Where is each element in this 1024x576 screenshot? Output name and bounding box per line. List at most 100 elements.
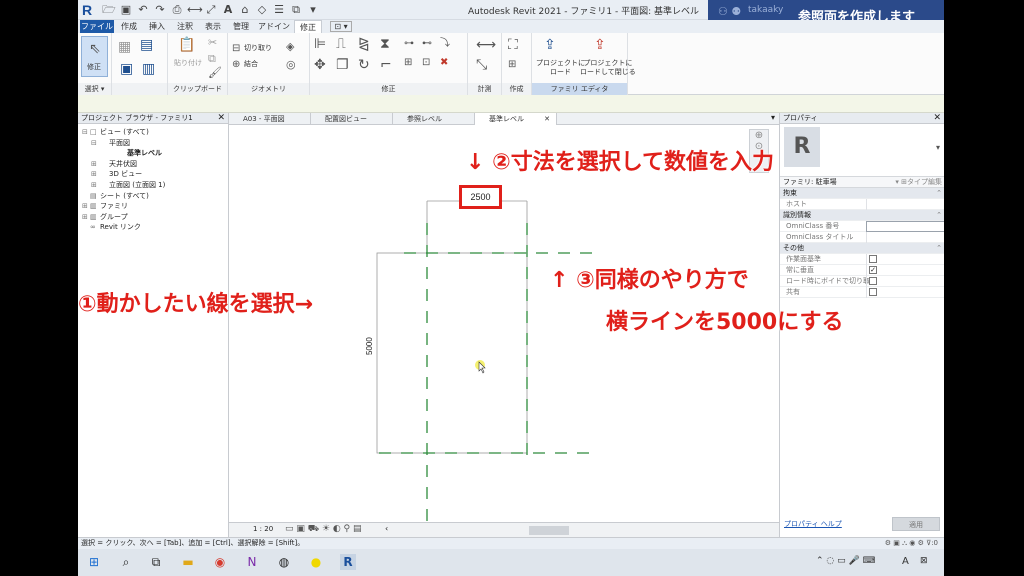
mirror-draw-icon[interactable]: ⧗: [380, 36, 390, 52]
redo-icon[interactable]: ↷: [153, 3, 167, 17]
tree-item[interactable]: ⊞ ▥ ファミリ: [82, 201, 228, 212]
tree-toggle-icon[interactable]: ⊞: [82, 201, 90, 212]
close-icon[interactable]: ✕: [933, 113, 941, 124]
collapse-icon[interactable]: ⌃: [936, 210, 942, 221]
tree-item[interactable]: ⊟ 平面図: [82, 138, 228, 149]
create-similar-icon[interactable]: ⛶: [508, 37, 518, 53]
scale-icon[interactable]: ⊡: [422, 55, 430, 71]
load-into-project-label[interactable]: プロジェクトに ロード: [536, 59, 585, 77]
tree-item[interactable]: ⊞ 立面図 (立面図 1): [82, 180, 228, 191]
view-tab-ref-level[interactable]: 参照レベル: [393, 113, 475, 125]
type-selector-dropdown-icon[interactable]: ▾: [936, 143, 940, 152]
property-value[interactable]: [866, 276, 944, 287]
delete-icon[interactable]: ✖: [440, 55, 448, 71]
search-icon[interactable]: ⌕: [118, 554, 134, 570]
copy-icon[interactable]: ❐: [336, 57, 349, 73]
close-icon[interactable]: ✕: [217, 113, 225, 124]
user-name[interactable]: takaaky: [748, 5, 783, 15]
view-tab-a03[interactable]: A03 - 平面図: [229, 113, 311, 125]
property-value[interactable]: [866, 199, 944, 210]
view-scale[interactable]: 1 : 20: [253, 525, 273, 533]
start-icon[interactable]: ⊞: [86, 554, 102, 570]
tab-view[interactable]: 表示: [200, 20, 226, 33]
dimension-icon[interactable]: ⤢: [204, 3, 218, 17]
task-view-icon[interactable]: ⧉: [148, 554, 164, 570]
tree-toggle-icon[interactable]: ⊟: [82, 127, 90, 138]
tree-toggle-icon[interactable]: ⊟: [91, 138, 99, 149]
tab-manage[interactable]: 管理: [228, 20, 254, 33]
property-category[interactable]: 識別情報 ⌃: [780, 210, 944, 221]
thin-lines-icon[interactable]: ☰: [272, 3, 286, 17]
tree-item[interactable]: ⊞ ▥ グループ: [82, 212, 228, 223]
people-icon[interactable]: ⚇ ⚉: [718, 5, 741, 18]
rotate-small-icon[interactable]: ⤵: [440, 36, 450, 52]
property-category[interactable]: 拘束 ⌃: [780, 188, 944, 199]
view-tab-site[interactable]: 配置図ビュー: [311, 113, 393, 125]
tree-item[interactable]: 基準レベル: [82, 148, 228, 159]
tree-toggle-icon[interactable]: ⊞: [91, 159, 99, 170]
file-explorer-icon[interactable]: ▬: [180, 554, 196, 570]
tree-item[interactable]: ▤ シート (すべて): [82, 191, 228, 202]
modify-button[interactable]: ⇖ 修正: [81, 36, 108, 77]
open-icon[interactable]: 🗁: [102, 3, 116, 17]
trim-icon[interactable]: ⌐: [380, 57, 392, 73]
solid-icon[interactable]: ◈: [286, 39, 294, 55]
properties-help-link[interactable]: プロパティ ヘルプ: [784, 519, 842, 529]
revit-logo-icon[interactable]: R: [82, 2, 98, 18]
app-yellow-icon[interactable]: ●: [308, 554, 324, 570]
tree-toggle-icon[interactable]: ⊞: [82, 212, 90, 223]
tray-icons[interactable]: ⌃ ◌ ▭ 🎤 ⌨: [816, 556, 876, 566]
type-properties-icon[interactable]: ▤: [140, 37, 153, 53]
rotate-icon[interactable]: ↻: [358, 57, 370, 73]
cut-icon[interactable]: ✂: [208, 35, 217, 51]
obs-icon[interactable]: ◍: [276, 554, 292, 570]
measure-icon[interactable]: ⟷: [476, 37, 496, 53]
property-category[interactable]: その他 ⌃: [780, 243, 944, 254]
mirror-axis-icon[interactable]: ⧎: [358, 36, 370, 52]
tab-panel-toggle[interactable]: ⊡ ▾: [330, 21, 352, 32]
void-icon[interactable]: ◎: [286, 57, 296, 73]
property-checkbox[interactable]: [869, 255, 877, 263]
tab-addins[interactable]: アドイン: [256, 20, 292, 33]
tree-item[interactable]: ⊞ 3D ビュー: [82, 169, 228, 180]
property-checkbox[interactable]: [869, 277, 877, 285]
view-control-icons[interactable]: ▭ ▣ ⛟ ☀ ◐ ⚲ ▤: [285, 524, 362, 535]
undo-icon[interactable]: ↶: [136, 3, 150, 17]
align-icon[interactable]: ⊫: [314, 36, 326, 52]
horizontal-scrollbar[interactable]: [529, 526, 569, 535]
save-icon[interactable]: ▣: [119, 3, 133, 17]
tab-annotate[interactable]: 注釈: [172, 20, 198, 33]
properties-icon[interactable]: ▣: [120, 61, 133, 77]
property-value[interactable]: [866, 287, 944, 298]
property-value[interactable]: [866, 221, 944, 232]
tab-create[interactable]: 作成: [116, 20, 142, 33]
chrome-icon[interactable]: ◉: [212, 554, 228, 570]
property-value[interactable]: ✓: [866, 265, 944, 276]
load-close-icon[interactable]: ⇪: [594, 37, 606, 53]
array-icon[interactable]: ⊞: [404, 55, 412, 71]
close-tab-icon[interactable]: ✕: [544, 113, 550, 125]
text-icon[interactable]: A: [221, 3, 235, 17]
ime-indicator[interactable]: A: [902, 556, 909, 567]
property-checkbox[interactable]: ✓: [869, 266, 877, 274]
match-properties-icon[interactable]: 🖌: [208, 65, 222, 81]
property-value[interactable]: [866, 254, 944, 265]
move-small-icon[interactable]: ⊶: [404, 36, 414, 52]
tab-insert[interactable]: 挿入: [144, 20, 170, 33]
tree-item[interactable]: ⊟ □ ビュー (すべて): [82, 127, 228, 138]
tree-item[interactable]: ⊞ 天井伏図: [82, 159, 228, 170]
tree-toggle-icon[interactable]: ⊞: [91, 180, 99, 191]
move-icon[interactable]: ✥: [314, 57, 326, 73]
apply-button[interactable]: 適用: [892, 517, 940, 531]
customize-qat-icon[interactable]: ▾: [306, 3, 320, 17]
select-group-label[interactable]: 選択 ▾: [78, 83, 111, 95]
offset-icon[interactable]: ⎍: [336, 36, 346, 52]
edit-type-button[interactable]: ▾ ⊞タイプ編集: [895, 177, 942, 188]
load-into-project-icon[interactable]: ⇪: [544, 37, 556, 53]
property-value[interactable]: [866, 232, 944, 243]
dimension-left-text[interactable]: 5000: [365, 337, 374, 355]
family-types-icon[interactable]: ▦: [118, 39, 131, 55]
tree-item[interactable]: ∞ Revit リンク: [82, 222, 228, 233]
revit-taskbar-icon[interactable]: R: [340, 554, 356, 570]
measure-icon[interactable]: ⟷: [187, 3, 203, 17]
